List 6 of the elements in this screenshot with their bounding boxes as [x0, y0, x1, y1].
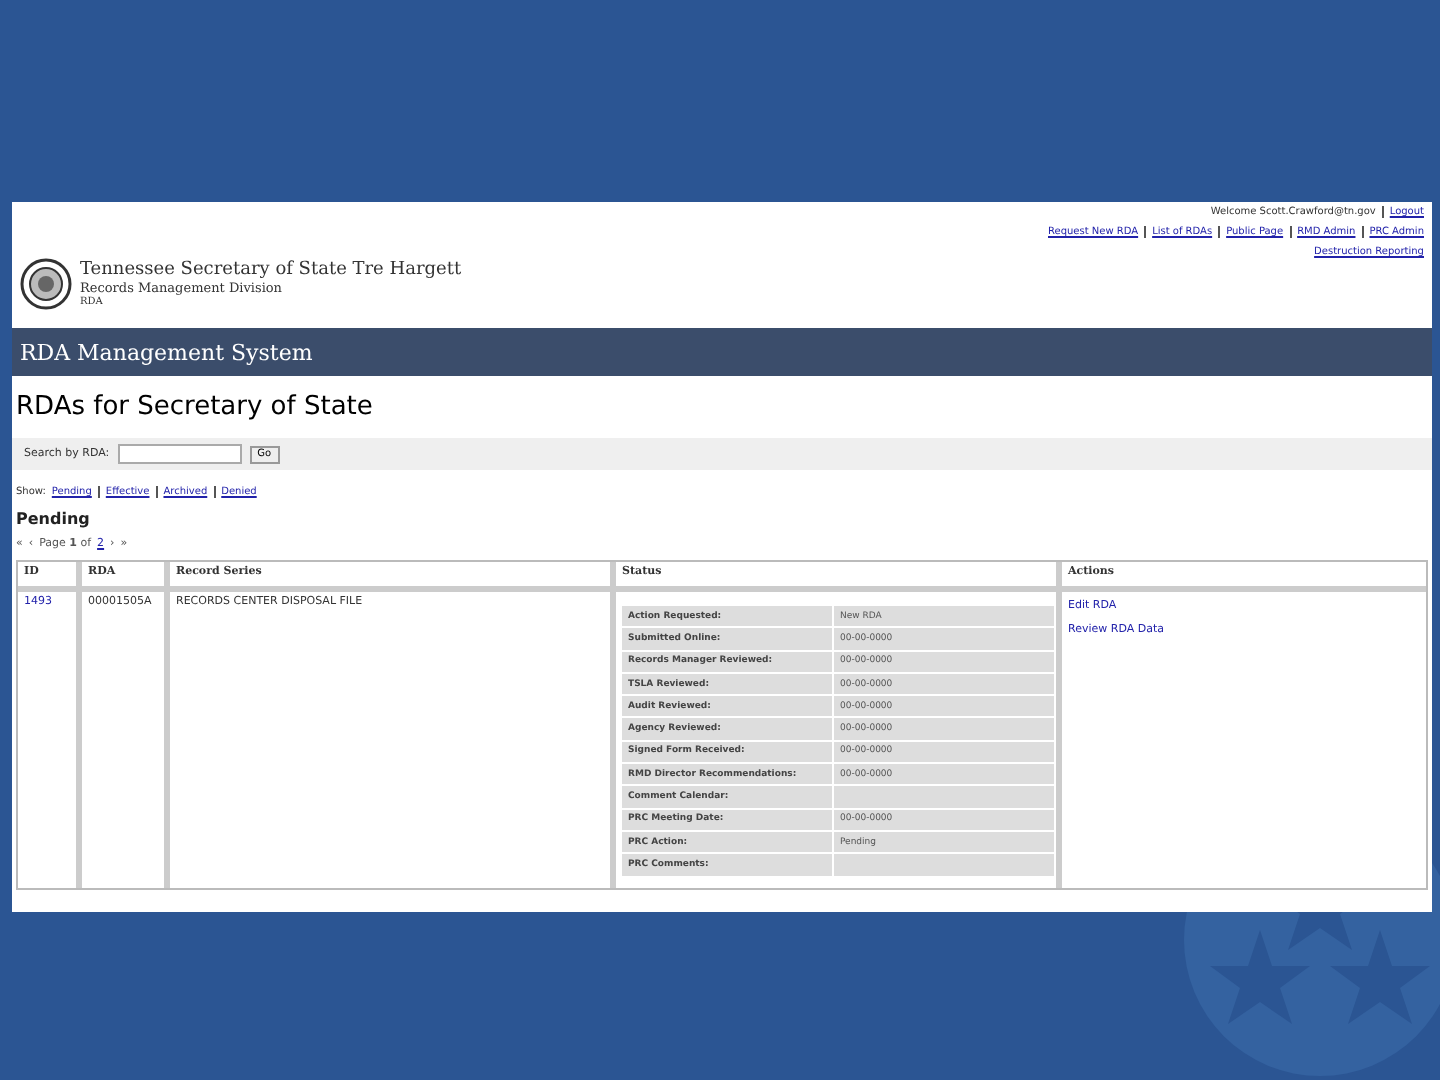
- banner-title: RDA Management System: [20, 339, 313, 365]
- page-heading: RDAs for Secretary of State: [16, 390, 375, 426]
- search-field[interactable]: [117, 444, 242, 464]
- section-heading: Pending: [16, 510, 92, 528]
- org-title: Tennessee Secretary of State Tre Hargett: [80, 260, 462, 280]
- state-seal-icon: [20, 258, 72, 310]
